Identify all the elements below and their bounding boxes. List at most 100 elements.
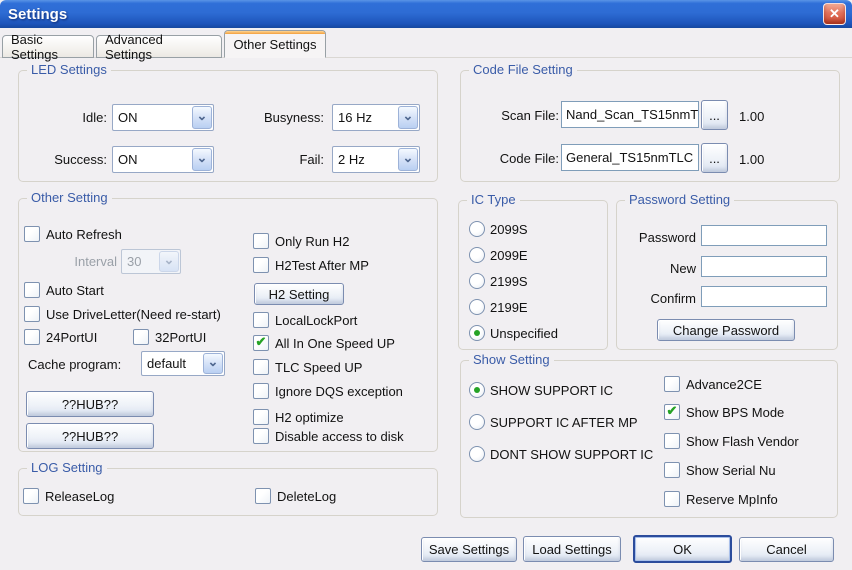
ic-type-radio-2199e[interactable]	[469, 299, 485, 315]
dont-show-support-ic-label: DONT SHOW SUPPORT IC	[490, 447, 653, 462]
ic-type-radio-2199s[interactable]	[469, 273, 485, 289]
show-support-ic-radio[interactable]	[469, 382, 485, 398]
scan-file-input[interactable]: Nand_Scan_TS15nmT	[561, 101, 699, 128]
32portui-checkbox[interactable]: ✔	[133, 329, 149, 345]
h2-optimize-checkbox[interactable]: ✔	[253, 409, 269, 425]
tab-advanced-settings[interactable]: Advanced Settings	[96, 35, 222, 58]
settings-window: Settings ✕ Basic Settings Advanced Setti…	[0, 0, 852, 570]
all-in-one-speedup-label: All In One Speed UP	[275, 336, 395, 351]
use-driveletter-checkbox[interactable]: ✔	[24, 306, 40, 322]
tab-basic-settings[interactable]: Basic Settings	[2, 35, 94, 58]
code-file-input[interactable]: General_TS15nmTLC	[561, 144, 699, 171]
other-setting-caption: Other Setting	[27, 190, 112, 205]
show-support-ic-label: SHOW SUPPORT IC	[490, 383, 613, 398]
password-field[interactable]	[701, 225, 827, 246]
locallockport-checkbox[interactable]: ✔	[253, 312, 269, 328]
show-bps-mode-checkbox[interactable]: ✔	[664, 404, 680, 420]
close-button[interactable]: ✕	[823, 3, 846, 25]
show-serial-nu-checkbox[interactable]: ✔	[664, 462, 680, 478]
disable-access-checkbox[interactable]: ✔	[253, 428, 269, 444]
success-label: Success:	[37, 152, 107, 167]
32portui-label: 32PortUI	[155, 330, 206, 345]
hub-button-2[interactable]: ??HUB??	[26, 423, 154, 449]
deletelog-checkbox[interactable]: ✔	[255, 488, 271, 504]
auto-start-checkbox[interactable]: ✔	[24, 282, 40, 298]
idle-value: ON	[113, 105, 191, 130]
load-settings-button[interactable]: Load Settings	[523, 536, 621, 562]
auto-refresh-label: Auto Refresh	[46, 227, 122, 242]
success-select[interactable]: ON ⌄	[112, 146, 214, 173]
change-password-button[interactable]: Change Password	[657, 319, 795, 341]
h2test-after-mp-label: H2Test After MP	[275, 258, 369, 273]
window-title: Settings	[8, 6, 823, 23]
auto-refresh-checkbox[interactable]: ✔	[24, 226, 40, 242]
ok-button[interactable]: OK	[633, 535, 732, 563]
show-setting-caption: Show Setting	[469, 352, 554, 367]
log-setting-caption: LOG Setting	[27, 460, 107, 475]
interval-select: 30 ⌄	[121, 249, 181, 274]
only-run-h2-checkbox[interactable]: ✔	[253, 233, 269, 249]
24portui-label: 24PortUI	[46, 330, 97, 345]
chevron-down-icon[interactable]: ⌄	[192, 106, 212, 129]
support-ic-after-mp-radio[interactable]	[469, 414, 485, 430]
password-setting-caption: Password Setting	[625, 192, 734, 207]
only-run-h2-label: Only Run H2	[275, 234, 349, 249]
ic-type-radio-2099s[interactable]	[469, 221, 485, 237]
scan-file-browse-button[interactable]: ...	[701, 100, 728, 130]
ic-type-label-unspecified: Unspecified	[490, 326, 558, 341]
hub-button-1[interactable]: ??HUB??	[26, 391, 154, 417]
h2-optimize-label: H2 optimize	[275, 410, 344, 425]
h2-setting-button[interactable]: H2 Setting	[254, 283, 344, 305]
confirm-password-label: Confirm	[627, 291, 696, 306]
new-password-field[interactable]	[701, 256, 827, 277]
scan-file-label: Scan File:	[481, 108, 559, 123]
password-setting-group: Password Setting Password New Confirm Ch…	[616, 200, 838, 350]
tab-strip: Basic Settings Advanced Settings Other S…	[0, 28, 852, 58]
advance2ce-checkbox[interactable]: ✔	[664, 376, 680, 392]
interval-label: Interval	[59, 254, 117, 269]
chevron-down-icon: ⌄	[159, 251, 179, 272]
cache-program-select[interactable]: default ⌄	[141, 351, 225, 376]
reserve-mpinfo-checkbox[interactable]: ✔	[664, 491, 680, 507]
24portui-checkbox[interactable]: ✔	[24, 329, 40, 345]
save-settings-button[interactable]: Save Settings	[421, 537, 517, 562]
confirm-password-field[interactable]	[701, 286, 827, 307]
chevron-down-icon[interactable]: ⌄	[398, 148, 418, 171]
ic-type-radio-2099e[interactable]	[469, 247, 485, 263]
reserve-mpinfo-label: Reserve MpInfo	[686, 492, 778, 507]
chevron-glyph: ⌄	[197, 151, 208, 164]
busyness-value: 16 Hz	[333, 105, 397, 130]
chevron-glyph: ⌄	[197, 109, 208, 122]
radio-dot	[474, 387, 480, 393]
tab-other-settings[interactable]: Other Settings	[224, 30, 326, 58]
code-file-browse-button[interactable]: ...	[701, 143, 728, 173]
tlc-speedup-checkbox[interactable]: ✔	[253, 359, 269, 375]
support-ic-after-mp-label: SUPPORT IC AFTER MP	[490, 415, 638, 430]
code-file-setting-caption: Code File Setting	[469, 62, 577, 77]
cancel-button[interactable]: Cancel	[739, 537, 834, 562]
chevron-down-icon[interactable]: ⌄	[398, 106, 418, 129]
busyness-select[interactable]: 16 Hz ⌄	[332, 104, 420, 131]
advance2ce-label: Advance2CE	[686, 377, 762, 392]
log-setting-group: LOG Setting ✔ ReleaseLog ✔ DeleteLog	[18, 468, 438, 516]
chevron-glyph: ⌄	[403, 109, 414, 122]
disable-access-label: Disable access to disk	[275, 429, 404, 444]
ic-type-label-2199e: 2199E	[490, 300, 528, 315]
ignore-dqs-checkbox[interactable]: ✔	[253, 383, 269, 399]
show-serial-nu-label: Show Serial Nu	[686, 463, 776, 478]
dont-show-support-ic-radio[interactable]	[469, 446, 485, 462]
scan-file-value: Nand_Scan_TS15nmT	[566, 107, 698, 122]
ic-type-label-2199s: 2199S	[490, 274, 528, 289]
chevron-glyph: ⌄	[164, 253, 175, 266]
releaselog-label: ReleaseLog	[45, 489, 114, 504]
h2test-after-mp-checkbox[interactable]: ✔	[253, 257, 269, 273]
ic-type-radio-unspecified[interactable]	[469, 325, 485, 341]
show-flash-vendor-checkbox[interactable]: ✔	[664, 433, 680, 449]
close-icon: ✕	[829, 6, 840, 22]
idle-select[interactable]: ON ⌄	[112, 104, 214, 131]
all-in-one-speedup-checkbox[interactable]: ✔	[253, 335, 269, 351]
chevron-down-icon[interactable]: ⌄	[192, 148, 212, 171]
chevron-down-icon[interactable]: ⌄	[203, 353, 223, 374]
fail-select[interactable]: 2 Hz ⌄	[332, 146, 420, 173]
releaselog-checkbox[interactable]: ✔	[23, 488, 39, 504]
